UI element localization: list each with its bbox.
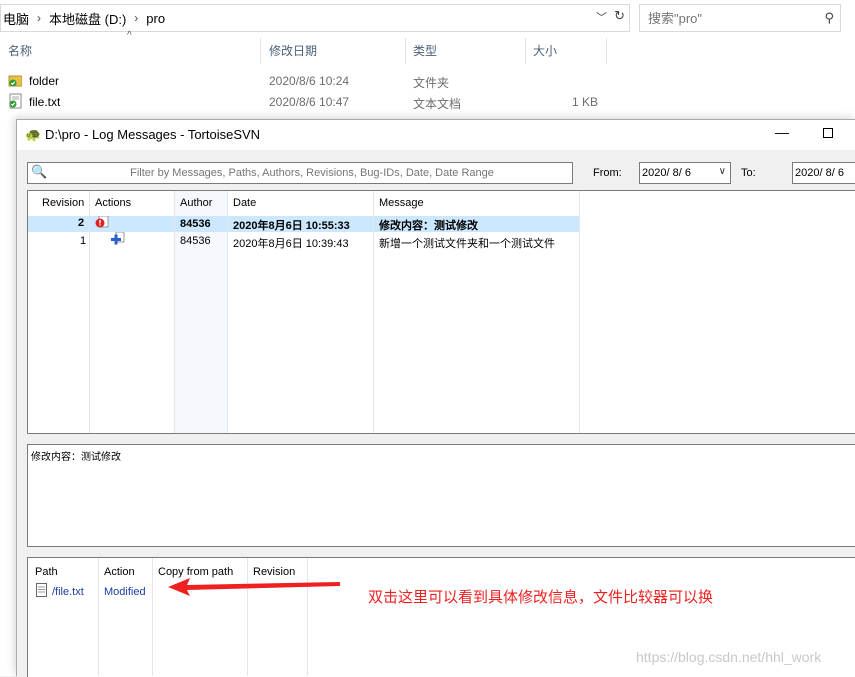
column-divider[interactable] xyxy=(174,191,175,433)
column-divider[interactable] xyxy=(89,191,90,433)
column-divider[interactable] xyxy=(98,558,99,676)
log-message-text[interactable]: 修改内容：测试修改 xyxy=(31,448,121,463)
breadcrumb-item[interactable]: 电脑 xyxy=(1,9,31,28)
chevron-right-icon: › xyxy=(37,11,42,25)
from-label: From: xyxy=(593,167,622,179)
column-divider[interactable] xyxy=(606,38,607,64)
file-row[interactable]: folder 2020/8/6 10:24 文件夹 xyxy=(0,71,620,91)
author-name[interactable]: 84536 xyxy=(180,235,211,247)
to-label: To: xyxy=(741,167,756,179)
column-header-date[interactable]: Date xyxy=(233,191,256,215)
minimize-button[interactable]: — xyxy=(775,124,789,140)
column-divider[interactable] xyxy=(525,38,526,64)
modified-action-icon xyxy=(95,216,109,228)
address-bar[interactable]: 电脑 › 本地磁盘 (D:) › pro ﹀ ↻ xyxy=(0,4,630,32)
revision-date[interactable]: 2020年8月6日 10:55:33 xyxy=(233,217,350,233)
revision-number[interactable]: 2 xyxy=(78,217,84,229)
column-divider[interactable] xyxy=(373,191,374,433)
column-header-path[interactable]: Path xyxy=(35,566,58,578)
to-date-picker[interactable]: 2020/ 8/ 6 xyxy=(792,162,855,184)
from-date-picker[interactable]: 2020/ 8/ 6 ∨ xyxy=(639,162,731,184)
column-header-revision[interactable]: Revision xyxy=(42,191,84,215)
column-header-type[interactable]: 类型 xyxy=(413,36,437,64)
folder-icon xyxy=(8,75,22,87)
file-name: folder xyxy=(29,74,60,88)
from-date-value: 2020/ 8/ 6 xyxy=(642,167,691,179)
log-message-box[interactable]: 修改内容：测试修改 xyxy=(27,444,855,547)
filter-box[interactable]: 🔍 xyxy=(27,162,573,184)
annotation-arrow-icon xyxy=(168,578,340,596)
file-type: 文件夹 xyxy=(413,76,450,90)
change-action[interactable]: Modified xyxy=(104,586,146,598)
text-file-icon xyxy=(36,583,47,597)
revision-message[interactable]: 修改内容：测试修改 xyxy=(379,217,478,233)
column-divider[interactable] xyxy=(152,558,153,676)
revision-message[interactable]: 新增一个测试文件夹和一个测试文件 xyxy=(379,235,555,251)
added-action-icon xyxy=(111,232,125,245)
column-header-size[interactable]: 大小 xyxy=(533,36,557,64)
file-date: 2020/8/6 10:47 xyxy=(269,95,350,109)
file-name: file.txt xyxy=(29,95,61,109)
search-box[interactable]: ⚲ xyxy=(639,4,841,32)
tortoise-icon: 🐢 xyxy=(25,127,42,142)
file-size: 1 KB xyxy=(572,95,599,109)
text-file-icon xyxy=(9,93,22,109)
revision-number[interactable]: 1 xyxy=(80,235,86,247)
window-title: D:\pro - Log Messages - TortoiseSVN xyxy=(45,127,261,142)
column-header-message[interactable]: Message xyxy=(379,191,424,215)
column-divider[interactable] xyxy=(405,38,406,64)
watermark: https://blog.csdn.net/hhl_work xyxy=(636,649,822,665)
magnifier-icon[interactable]: 🔍 xyxy=(31,164,47,180)
column-header-actions[interactable]: Actions xyxy=(95,191,131,215)
chevron-right-icon: › xyxy=(134,11,139,25)
breadcrumb-item[interactable]: pro xyxy=(144,11,167,26)
changed-path[interactable]: /file.txt xyxy=(52,586,84,598)
chevron-down-icon[interactable]: ﹀ xyxy=(596,9,607,25)
author-name[interactable]: 84536 xyxy=(180,218,211,230)
search-input[interactable] xyxy=(640,5,810,31)
column-divider[interactable] xyxy=(227,191,228,433)
annotation-text: 双击这里可以看到具体修改信息，文件比较器可以换 xyxy=(368,589,714,606)
column-divider[interactable] xyxy=(579,191,580,433)
column-divider[interactable] xyxy=(260,38,261,64)
column-header-name[interactable]: 名称 xyxy=(8,36,32,64)
maximize-button[interactable] xyxy=(823,128,833,138)
refresh-icon[interactable]: ↻ xyxy=(614,8,625,24)
sort-ascending-icon: ^ xyxy=(127,30,132,41)
filter-input[interactable] xyxy=(28,163,572,183)
file-type: 文本文档 xyxy=(413,97,462,111)
chevron-down-icon[interactable]: ∨ xyxy=(719,166,726,177)
column-header-action[interactable]: Action xyxy=(104,566,135,578)
to-date-value: 2020/ 8/ 6 xyxy=(795,167,844,179)
column-header-date[interactable]: 修改日期 xyxy=(269,36,317,64)
file-date: 2020/8/6 10:24 xyxy=(269,74,350,88)
search-icon[interactable]: ⚲ xyxy=(824,10,834,26)
breadcrumb-item[interactable]: 本地磁盘 (D:) xyxy=(47,9,128,28)
title-bar[interactable]: 🐢 D:\pro - Log Messages - TortoiseSVN — xyxy=(17,120,855,150)
revision-log-list[interactable]: Revision Actions Author Date Message 2 8… xyxy=(27,190,855,434)
column-header-author[interactable]: Author xyxy=(180,191,212,215)
file-row[interactable]: file.txt 2020/8/6 10:47 文本文档 1 KB xyxy=(0,92,620,112)
revision-date[interactable]: 2020年8月6日 10:39:43 xyxy=(233,235,349,251)
